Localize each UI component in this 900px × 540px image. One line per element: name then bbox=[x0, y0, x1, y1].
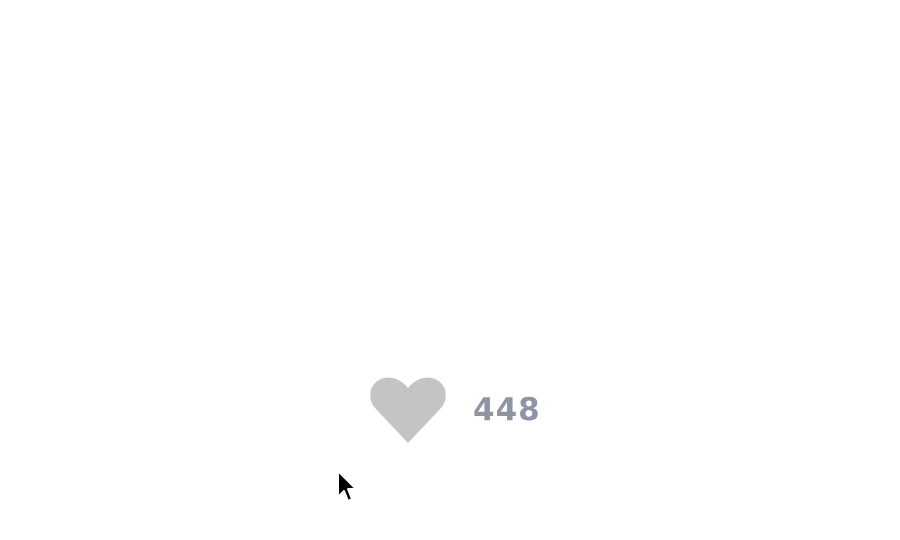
heart-icon bbox=[370, 377, 446, 443]
like-widget: 448 bbox=[369, 376, 541, 444]
like-count: 448 bbox=[473, 391, 541, 428]
mouse-pointer-icon bbox=[336, 469, 358, 505]
like-button[interactable] bbox=[369, 377, 447, 443]
